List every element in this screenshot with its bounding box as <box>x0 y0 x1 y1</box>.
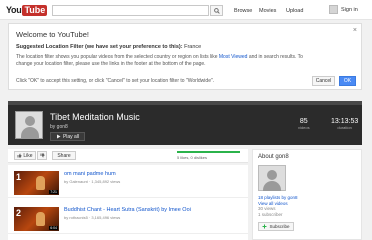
search-button[interactable] <box>210 5 223 16</box>
about-heading: About gon8 <box>258 154 289 160</box>
logo-tube-text: Tube <box>22 4 48 16</box>
subscriber-count: 1 subscriber <box>258 211 283 217</box>
video-meta: by rothacnis5 · 3,165,496 views <box>64 215 121 220</box>
welcome-footer: Click "OK" to accept this setting, or cl… <box>16 78 215 84</box>
most-viewed-link[interactable]: Most Viewed <box>219 54 248 60</box>
subscribe-label: Subscribe <box>269 224 290 229</box>
thumbnail-figure <box>36 212 45 226</box>
playlist-title: Tibet Meditation Music <box>50 112 140 122</box>
share-button[interactable]: Share <box>52 151 76 160</box>
subscribe-button[interactable]: Subscribe <box>258 222 294 231</box>
filter-value: France <box>184 44 202 50</box>
video-count-label: videos <box>298 125 310 130</box>
youtube-logo[interactable]: You Tube <box>6 4 48 16</box>
avatar-body <box>21 127 39 139</box>
playlist-byline: by gon8 <box>50 124 68 130</box>
header-bar: You Tube Browse Movies Upload Sign in <box>0 0 372 20</box>
playlist-videos: 1 7:21 om mani padme hum by Galenaunt · … <box>8 165 248 240</box>
nav-browse[interactable]: Browse <box>234 8 252 14</box>
nav-movies[interactable]: Movies <box>259 8 276 14</box>
channel-info: 18 playlists by gon8 View all videos 30 … <box>258 195 298 217</box>
avatar-head <box>267 170 277 180</box>
user-avatar[interactable] <box>329 5 338 14</box>
playlist-banner: Tibet Meditation Music by gon8 Play all … <box>8 101 362 145</box>
playlists-link[interactable]: 18 playlists by gon8 <box>258 195 298 201</box>
sign-in-link[interactable]: Sign in <box>341 7 358 13</box>
playlist-author-link[interactable]: gon8 <box>57 124 68 130</box>
nav-upload[interactable]: Upload <box>286 8 303 14</box>
thumbs-up-icon <box>17 153 22 158</box>
action-bar: Like Share 5 likes, 0 dislikes <box>8 149 248 163</box>
likes-count: 5 likes, 0 dislikes <box>177 155 208 160</box>
video-meta: by Galenaunt · 1,345,892 views <box>64 179 121 184</box>
video-title-link[interactable]: Buddhist Chant - Heart Sutra (Sanskrit) … <box>64 207 191 213</box>
video-duration: 7:21 <box>49 190 58 194</box>
avatar-head <box>25 116 35 126</box>
video-count: 85 videos <box>298 118 310 130</box>
play-icon <box>56 134 61 139</box>
list-item[interactable]: 2 6:04 Buddhist Chant - Heart Sutra (San… <box>8 201 248 234</box>
video-title-link[interactable]: om mani padme hum <box>64 171 116 177</box>
youtube-page: You Tube Browse Movies Upload Sign in × … <box>0 0 372 240</box>
welcome-title: Welcome to YouTube! <box>16 30 89 39</box>
search-icon <box>213 7 220 14</box>
video-duration: 6:04 <box>49 226 58 230</box>
cancel-button[interactable]: Cancel <box>312 76 335 86</box>
list-item[interactable]: 1 7:21 om mani padme hum by Galenaunt · … <box>8 165 248 198</box>
welcome-dialog: × Welcome to YouTube! Suggested Location… <box>8 23 362 90</box>
duration-value: 13:13:53 <box>331 118 359 125</box>
video-thumbnail[interactable]: 1 7:21 <box>14 171 59 195</box>
duration-label: duration <box>337 125 352 130</box>
ok-button[interactable]: OK <box>339 76 356 86</box>
play-all-button[interactable]: Play all <box>50 132 85 141</box>
filter-label: Suggested Location Filter (we have set y… <box>16 44 183 50</box>
video-index: 1 <box>16 172 22 182</box>
avatar-body <box>263 181 281 191</box>
welcome-body: The location filter shows you popular vi… <box>16 54 306 67</box>
like-ratio-bar <box>177 151 240 153</box>
close-icon[interactable]: × <box>353 27 357 34</box>
about-sidebar: About gon8 18 playlists by gon8 View all… <box>252 149 362 240</box>
playlist-duration: 13:13:53 duration <box>331 118 358 130</box>
video-index: 2 <box>16 208 22 218</box>
plus-icon <box>262 224 267 229</box>
logo-you-text: You <box>6 5 22 15</box>
video-count-value: 85 <box>299 118 308 125</box>
dislike-button[interactable] <box>37 151 47 160</box>
like-label: Like <box>23 152 33 159</box>
location-filter-notice: Suggested Location Filter (we have set y… <box>16 44 201 50</box>
video-thumbnail[interactable]: 2 6:04 <box>14 207 59 231</box>
by-label: by <box>50 124 56 130</box>
playlist-owner-avatar[interactable] <box>15 111 43 139</box>
body-text-pre: The location filter shows you popular vi… <box>16 54 219 60</box>
play-all-label: Play all <box>62 133 80 140</box>
thumbs-down-icon <box>40 153 44 158</box>
thumbnail-figure <box>36 176 45 190</box>
like-button[interactable]: Like <box>14 151 36 160</box>
search-input[interactable] <box>52 5 209 16</box>
channel-avatar[interactable] <box>258 165 286 191</box>
